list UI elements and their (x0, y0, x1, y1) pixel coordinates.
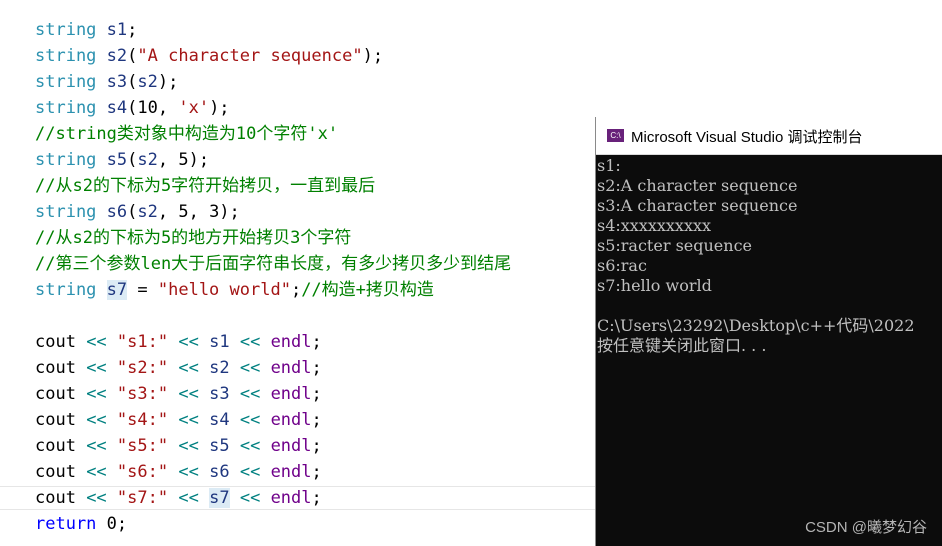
console-title: Microsoft Visual Studio 调试控制台 (631, 129, 863, 146)
code-line[interactable]: //从s2的下标为5的地方开始拷贝3个字符 (35, 225, 351, 251)
code-line[interactable]: string s2("A character sequence"); (35, 43, 383, 69)
code-line[interactable]: string s6(s2, 5, 3); (35, 199, 240, 225)
code-line[interactable]: cout << "s3:" << s3 << endl; (35, 381, 322, 407)
code-line[interactable]: //第三个参数len大于后面字符串长度，有多少拷贝多少到结尾 (35, 251, 511, 277)
console-output-line: C:\Users\23292\Desktop\c++代码\2022 (597, 316, 915, 335)
console-output: s1: s2:A character sequence s3:A character… (597, 155, 942, 546)
code-line[interactable]: //从s2的下标为5字符开始拷贝，一直到最后 (35, 173, 375, 199)
code-line[interactable]: string s3(s2); (35, 69, 178, 95)
code-line[interactable]: cout << "s4:" << s4 << endl; (35, 407, 322, 433)
console-output-line: s5:racter sequence (597, 236, 752, 255)
console-output-line: s2:A character sequence (597, 176, 798, 195)
code-line[interactable]: cout << "s2:" << s2 << endl; (35, 355, 322, 381)
code-line[interactable]: string s1; (35, 17, 137, 43)
console-titlebar[interactable]: C:\ Microsoft Visual Studio 调试控制台 (596, 117, 942, 155)
code-line[interactable]: return 0; (35, 511, 127, 537)
code-line[interactable]: string s7 = "hello world";//构造+拷贝构造 (35, 277, 434, 303)
console-output-line: 按任意键关闭此窗口. . . (597, 336, 767, 355)
console-output-line: s7:hello world (597, 276, 712, 295)
console-output-line: s6:rac (597, 256, 647, 275)
code-line[interactable]: cout << "s5:" << s5 << endl; (35, 433, 322, 459)
console-output-line: s3:A character sequence (597, 196, 798, 215)
code-line[interactable]: cout << "s6:" << s6 << endl; (35, 459, 322, 485)
code-line[interactable]: cout << "s1:" << s1 << endl; (35, 329, 322, 355)
code-line[interactable]: string s5(s2, 5); (35, 147, 209, 173)
console-output-line: s1: (597, 156, 621, 175)
code-line[interactable]: //string类对象中构造为10个字符'x' (35, 121, 338, 147)
console-output-line: s4:xxxxxxxxxx (597, 216, 712, 235)
debug-console-window[interactable]: C:\ Microsoft Visual Studio 调试控制台 s1: s2:… (595, 117, 942, 546)
console-app-icon: C:\ (607, 129, 624, 142)
code-line[interactable]: string s4(10, 'x'); (35, 95, 230, 121)
watermark: CSDN @曦梦幻谷 (805, 519, 927, 536)
code-line[interactable]: cout << "s7:" << s7 << endl; (35, 485, 322, 511)
